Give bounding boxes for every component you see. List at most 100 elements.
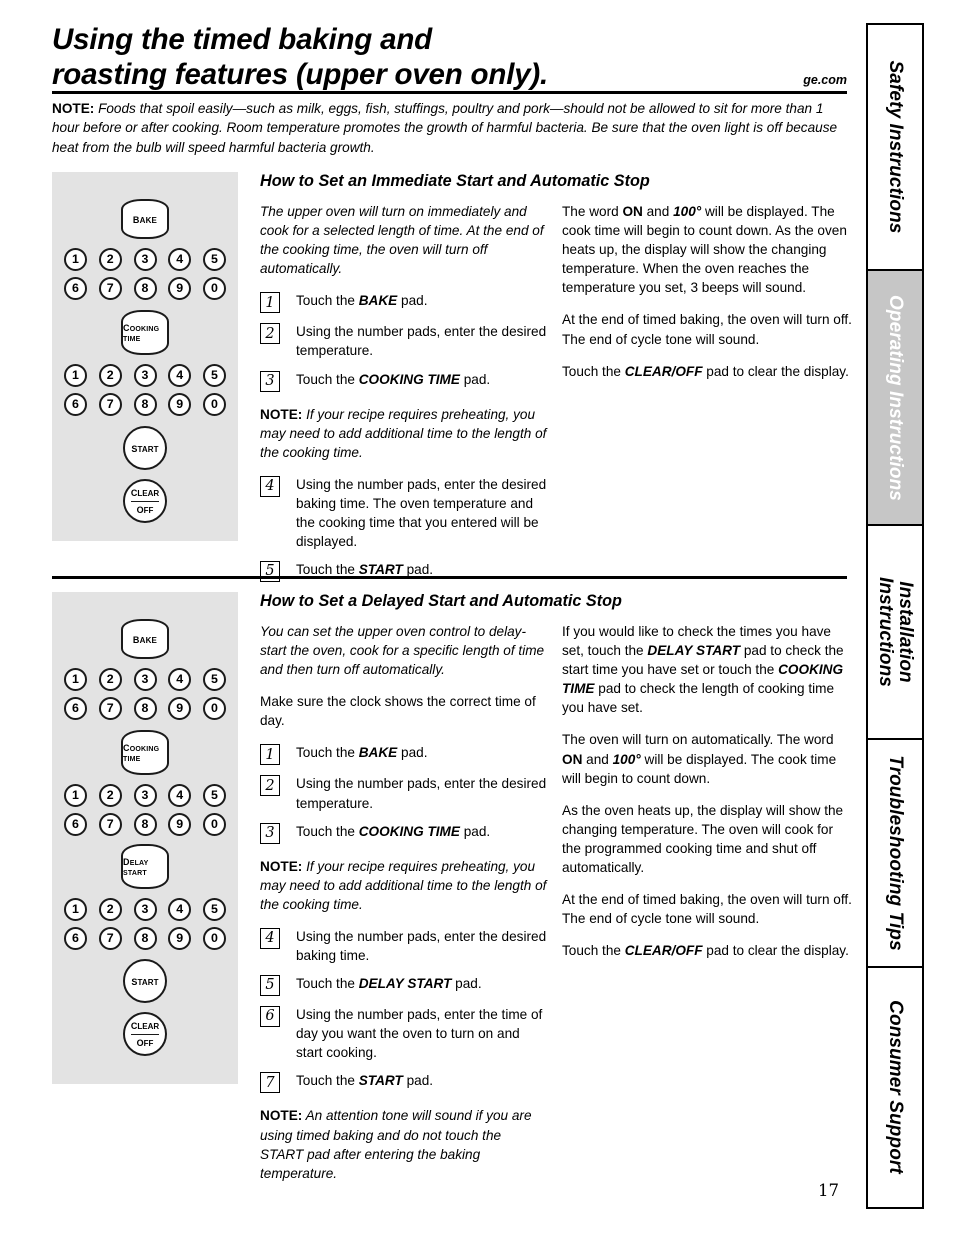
step-text-post: pad. bbox=[397, 745, 428, 761]
number-key-7[interactable]: 7 bbox=[98, 927, 122, 950]
number-key-0[interactable]: 0 bbox=[203, 927, 226, 950]
number-key-0[interactable]: 0 bbox=[203, 813, 226, 836]
number-key-3[interactable]: 3 bbox=[133, 784, 157, 807]
step-item: 1 Touch the BAKE pad. bbox=[260, 291, 548, 314]
number-key-3[interactable]: 3 bbox=[133, 248, 157, 271]
start-key[interactable]: START bbox=[123, 959, 167, 1003]
section1-intro: The upper oven will turn on immediately … bbox=[260, 204, 544, 277]
step-text-pre: Touch the bbox=[296, 371, 359, 387]
sidebar-tab-operating-instructions[interactable]: Operating Instructions bbox=[868, 271, 922, 526]
number-pad-row-3: 1 2 3 4 5 bbox=[64, 784, 226, 807]
sidebar-tab-installation-instructions[interactable]: Installation Instructions bbox=[868, 526, 922, 740]
display-temp: 100° bbox=[673, 204, 702, 219]
number-key-4[interactable]: 4 bbox=[168, 668, 192, 691]
delay-start-key[interactable]: DELAY START bbox=[121, 844, 169, 889]
step-item: 5 Touch the DELAY START pad. bbox=[260, 974, 548, 997]
number-key-7[interactable]: 7 bbox=[98, 393, 122, 416]
section2-intro: You can set the upper oven control to de… bbox=[260, 624, 545, 678]
step-text: Using the number pads, enter the desired… bbox=[296, 322, 548, 360]
clear-off-key[interactable]: CLEAR OFF bbox=[123, 479, 167, 523]
number-key-6[interactable]: 6 bbox=[64, 393, 87, 416]
number-key-5[interactable]: 5 bbox=[203, 248, 226, 271]
number-key-3[interactable]: 3 bbox=[133, 898, 157, 921]
number-key-8[interactable]: 8 bbox=[133, 813, 157, 836]
sidebar-tab-troubleshooting-tips[interactable]: Troubleshooting Tips bbox=[868, 740, 922, 968]
clear-off-key-label-off: OFF bbox=[136, 501, 154, 516]
bake-key[interactable]: BAKE bbox=[121, 619, 169, 659]
sidebar-tab-consumer-support[interactable]: Consumer Support bbox=[868, 968, 922, 1205]
number-key-4[interactable]: 4 bbox=[168, 898, 192, 921]
number-pad-row-2: 6 7 8 9 0 bbox=[64, 697, 226, 720]
section1-right-column: The word ON and 100° will be displayed. … bbox=[562, 202, 852, 394]
step-text-post: pad. bbox=[459, 371, 491, 387]
number-key-1[interactable]: 1 bbox=[64, 248, 87, 271]
top-note-label: NOTE: bbox=[52, 101, 95, 116]
step-text-pre: Touch the bbox=[296, 562, 359, 578]
number-key-7[interactable]: 7 bbox=[98, 813, 122, 836]
step-text-post: pad. bbox=[402, 1073, 434, 1089]
step-number: 4 bbox=[260, 475, 280, 497]
number-key-1[interactable]: 1 bbox=[64, 784, 87, 807]
number-key-6[interactable]: 6 bbox=[64, 697, 87, 720]
number-key-9[interactable]: 9 bbox=[168, 277, 192, 300]
number-key-4[interactable]: 4 bbox=[168, 248, 192, 271]
section2-right-p2: The oven will turn on automatically. The… bbox=[562, 730, 852, 787]
step-number: 3 bbox=[260, 370, 280, 392]
step-text: Touch the COOKING TIME pad. bbox=[296, 370, 548, 389]
clear-off-key[interactable]: CLEAR OFF bbox=[123, 1012, 167, 1056]
number-key-6[interactable]: 6 bbox=[64, 277, 87, 300]
number-key-8[interactable]: 8 bbox=[133, 927, 157, 950]
number-key-9[interactable]: 9 bbox=[168, 393, 192, 416]
number-key-6[interactable]: 6 bbox=[64, 927, 87, 950]
number-key-5[interactable]: 5 bbox=[203, 898, 226, 921]
number-key-9[interactable]: 9 bbox=[168, 813, 192, 836]
number-key-1[interactable]: 1 bbox=[64, 898, 87, 921]
number-key-7[interactable]: 7 bbox=[98, 697, 122, 720]
cooking-time-key[interactable]: COOKING TIME bbox=[121, 730, 169, 775]
number-key-1[interactable]: 1 bbox=[64, 364, 87, 387]
number-key-5[interactable]: 5 bbox=[203, 668, 226, 691]
cooking-time-key[interactable]: COOKING TIME bbox=[121, 310, 169, 355]
number-key-2[interactable]: 2 bbox=[98, 668, 122, 691]
number-key-2[interactable]: 2 bbox=[98, 364, 122, 387]
number-key-2[interactable]: 2 bbox=[98, 248, 122, 271]
number-key-8[interactable]: 8 bbox=[133, 277, 157, 300]
number-key-0[interactable]: 0 bbox=[203, 697, 226, 720]
number-key-1[interactable]: 1 bbox=[64, 668, 87, 691]
number-key-4[interactable]: 4 bbox=[168, 364, 192, 387]
section-heading: How to Set an Immediate Start and Automa… bbox=[260, 172, 650, 190]
number-key-9[interactable]: 9 bbox=[168, 697, 192, 720]
p1-post: pad to check the length of cooking time … bbox=[562, 681, 835, 716]
number-key-5[interactable]: 5 bbox=[203, 784, 226, 807]
number-key-9[interactable]: 9 bbox=[168, 927, 192, 950]
step-text: Touch the COOKING TIME pad. bbox=[296, 822, 548, 841]
number-key-3[interactable]: 3 bbox=[133, 364, 157, 387]
note-label: NOTE: bbox=[260, 406, 303, 422]
number-key-2[interactable]: 2 bbox=[98, 898, 122, 921]
section2-note: NOTE: If your recipe requires preheating… bbox=[260, 857, 548, 914]
title-line-1: Using the timed baking and bbox=[52, 23, 432, 56]
step-text-post: pad. bbox=[402, 562, 434, 578]
step-number: 7 bbox=[260, 1072, 280, 1094]
number-key-2[interactable]: 2 bbox=[98, 784, 122, 807]
number-key-0[interactable]: 0 bbox=[203, 277, 226, 300]
step-item: 2 Using the number pads, enter the desir… bbox=[260, 774, 548, 812]
step-text-bold: COOKING TIME bbox=[358, 823, 460, 839]
step-item: 4 Using the number pads, enter the desir… bbox=[260, 475, 548, 551]
step-text-pre: Using the number pads, enter the desired… bbox=[296, 776, 547, 811]
start-key[interactable]: START bbox=[123, 426, 167, 470]
number-key-8[interactable]: 8 bbox=[133, 393, 157, 416]
step-item: 1 Touch the BAKE pad. bbox=[260, 743, 548, 766]
number-key-4[interactable]: 4 bbox=[168, 784, 192, 807]
number-key-5[interactable]: 5 bbox=[203, 364, 226, 387]
sidebar-tab-safety-instructions[interactable]: Safety Instructions bbox=[868, 25, 922, 271]
number-key-3[interactable]: 3 bbox=[133, 668, 157, 691]
number-key-8[interactable]: 8 bbox=[133, 697, 157, 720]
number-key-7[interactable]: 7 bbox=[98, 277, 122, 300]
bake-key[interactable]: BAKE bbox=[121, 199, 169, 239]
section1-left-column: The upper oven will turn on immediately … bbox=[260, 202, 548, 591]
number-key-0[interactable]: 0 bbox=[203, 393, 226, 416]
step-number: 2 bbox=[260, 323, 280, 345]
clear-off-pad-ref: CLEAR/OFF bbox=[624, 363, 703, 379]
number-key-6[interactable]: 6 bbox=[64, 813, 87, 836]
